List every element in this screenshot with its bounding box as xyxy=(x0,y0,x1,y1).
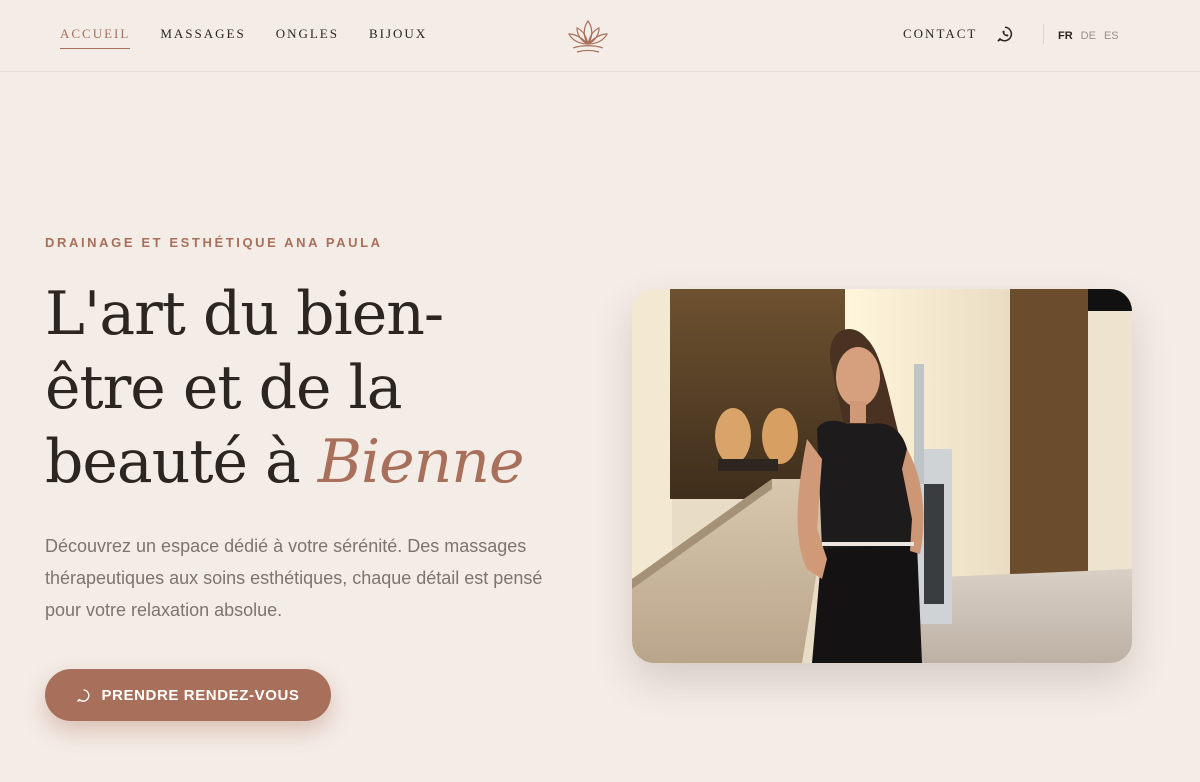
nav-item-contact[interactable]: CONTACT xyxy=(903,26,977,42)
nav-item-accueil[interactable]: ACCUEIL xyxy=(60,26,131,49)
lang-fr[interactable]: FR xyxy=(1058,30,1073,42)
nav-item-massages[interactable]: MASSAGES xyxy=(160,26,245,49)
lotus-icon[interactable] xyxy=(565,17,611,55)
headline-line-2: être et de la xyxy=(45,353,403,423)
lang-de[interactable]: DE xyxy=(1081,30,1096,42)
hero-headline: L'art du bien- être et de la beauté à Bi… xyxy=(45,277,585,499)
main-nav: ACCUEIL MASSAGES ONGLES BIJOUX xyxy=(60,26,457,49)
language-switcher: FR DE ES xyxy=(1058,30,1119,42)
hero-eyebrow: DRAINAGE ET ESTHÉTIQUE ANA PAULA xyxy=(45,235,383,250)
nav-item-bijoux[interactable]: BIJOUX xyxy=(369,26,427,49)
site-header: ACCUEIL MASSAGES ONGLES BIJOUX CONTACT F… xyxy=(0,0,1200,72)
header-divider xyxy=(1043,24,1044,44)
header-right: CONTACT xyxy=(903,26,977,42)
headline-line-1: L'art du bien- xyxy=(45,279,444,349)
nav-item-ongles[interactable]: ONGLES xyxy=(276,26,339,49)
headline-accent: Bienne xyxy=(317,427,525,497)
whatsapp-icon[interactable] xyxy=(996,25,1014,43)
headline-line-3: beauté à xyxy=(45,427,318,497)
hero-description: Découvrez un espace dédié à votre séréni… xyxy=(45,536,543,620)
book-appointment-button[interactable]: PRENDRE RENDEZ-VOUS xyxy=(45,669,331,721)
whatsapp-icon xyxy=(77,688,90,702)
hero-photo xyxy=(632,289,1132,663)
book-appointment-label: PRENDRE RENDEZ-VOUS xyxy=(101,686,300,704)
lang-es[interactable]: ES xyxy=(1104,30,1119,42)
